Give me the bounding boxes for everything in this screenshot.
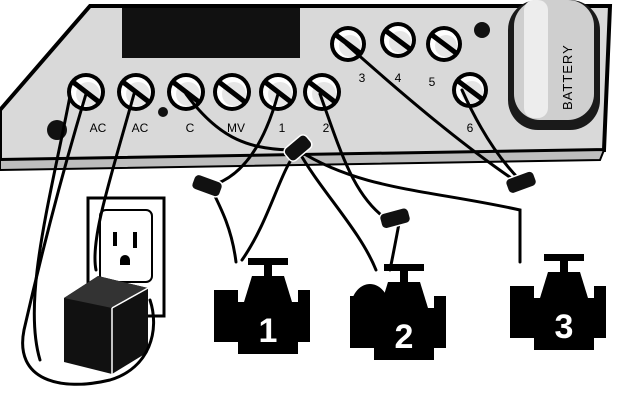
screw-terminal-icon bbox=[167, 73, 205, 111]
screw-terminal-icon bbox=[452, 72, 488, 108]
terminal-label: 1 bbox=[279, 121, 286, 135]
power-adapter-icon bbox=[64, 276, 149, 374]
wiring-diagram: BATTERY AC AC C MV 1 2 3 4 5 6 1 2 3 bbox=[0, 0, 613, 386]
valve-icon: 2 bbox=[350, 264, 446, 360]
terminal-label: AC bbox=[132, 121, 149, 135]
battery-icon: BATTERY bbox=[508, 0, 600, 130]
screw-terminal-icon bbox=[259, 73, 297, 111]
screw-terminal-icon bbox=[213, 73, 251, 111]
screw-terminal-icon bbox=[426, 26, 462, 62]
mounting-hole bbox=[474, 22, 490, 38]
terminal-label: 5 bbox=[429, 75, 436, 89]
terminal-label: MV bbox=[227, 121, 245, 135]
screw-terminal-icon bbox=[67, 73, 105, 111]
valves: 1 2 3 bbox=[214, 254, 606, 360]
terminal-label: 3 bbox=[359, 71, 366, 85]
battery-label: BATTERY bbox=[560, 44, 575, 110]
mounting-hole bbox=[158, 107, 168, 117]
terminal-label: 6 bbox=[467, 121, 474, 135]
terminal-label: C bbox=[186, 121, 195, 135]
valve-icon: 3 bbox=[510, 254, 606, 350]
terminal-label: AC bbox=[90, 121, 107, 135]
screw-terminal-icon bbox=[117, 73, 155, 111]
screw-terminal-icon bbox=[303, 73, 341, 111]
valve-number: 2 bbox=[395, 318, 414, 356]
terminal-label: 4 bbox=[395, 71, 402, 85]
screw-terminal-icon bbox=[380, 22, 416, 58]
valve-icon: 1 bbox=[214, 258, 310, 354]
terminal-label: 2 bbox=[323, 121, 330, 135]
valve-number: 3 bbox=[555, 308, 574, 346]
display-block bbox=[122, 8, 300, 58]
valve-number: 1 bbox=[259, 312, 278, 350]
